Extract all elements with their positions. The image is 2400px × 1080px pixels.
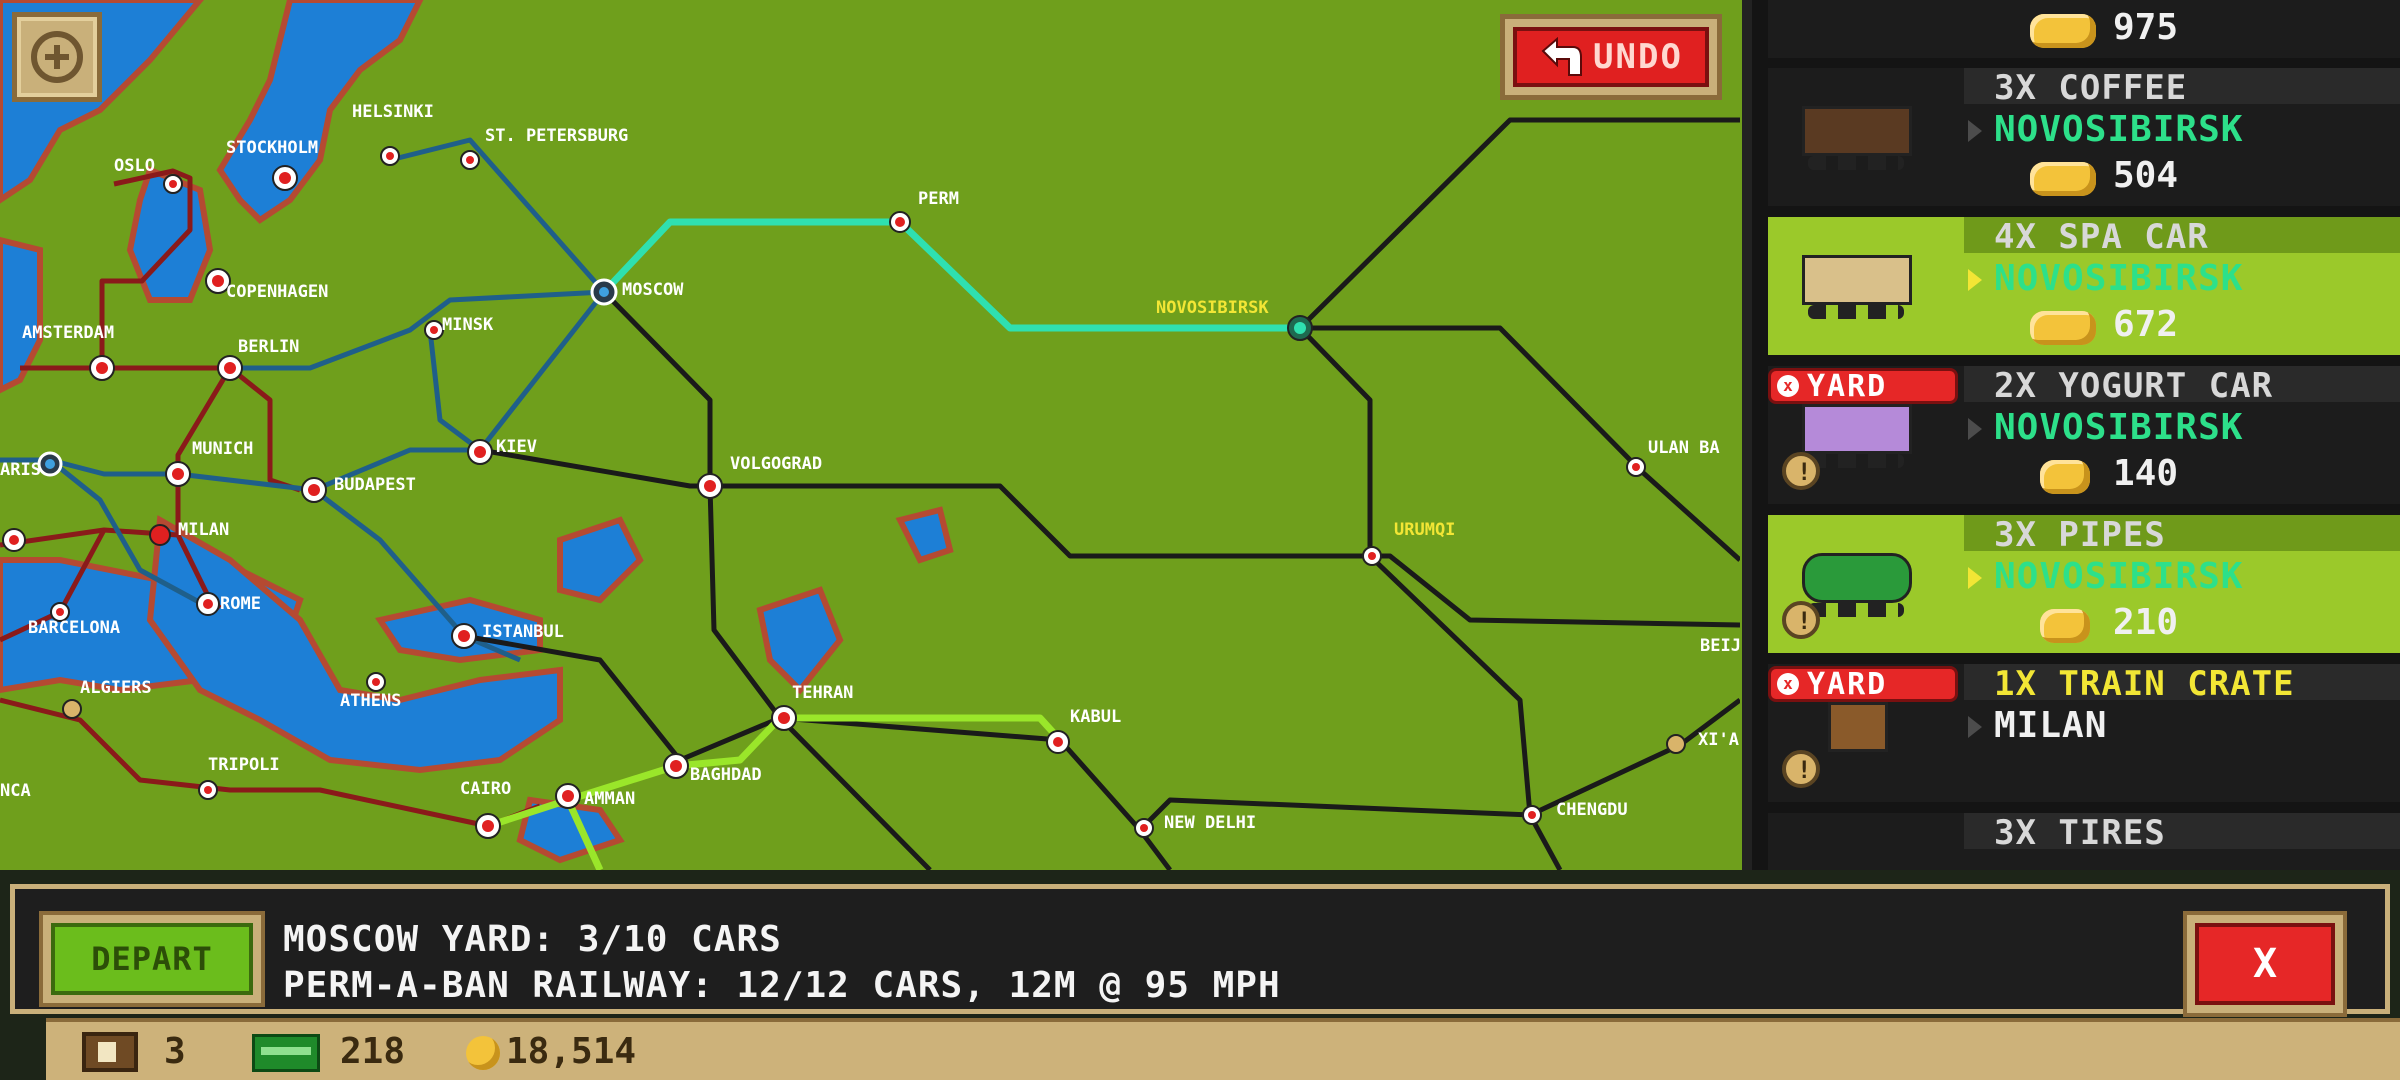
arrow-icon bbox=[1968, 567, 1982, 589]
plus-icon bbox=[31, 31, 83, 83]
order-title: 3X COFFEE bbox=[1994, 68, 2188, 108]
depart-button[interactable]: DEPART bbox=[39, 911, 265, 1007]
city-label: ATHENS bbox=[340, 691, 401, 711]
order-destination: MILAN bbox=[1994, 705, 2108, 746]
coin-stack-icon bbox=[2040, 609, 2090, 643]
coin-icon bbox=[466, 1036, 500, 1070]
city-label: ARIS bbox=[0, 460, 41, 480]
order-card[interactable]: x YARD 2X YOGURT CAR NOVOSIBIRSK 140 bbox=[1768, 366, 2400, 504]
order-card[interactable]: 3X TIRES bbox=[1768, 813, 2400, 870]
order-destination: NOVOSIBIRSK bbox=[1994, 109, 2244, 150]
city-label: ULAN BA bbox=[1648, 438, 1720, 458]
world-map[interactable]: HELSINKI ST. PETERSBURG OSLO STOCKHOLM PERM M… bbox=[0, 0, 1740, 870]
city-label: AMSTERDAM bbox=[22, 323, 114, 343]
order-destination: NOVOSIBIRSK bbox=[1994, 556, 2244, 597]
city-label: MOSCOW bbox=[622, 280, 684, 300]
city-label: NEW DELHI bbox=[1164, 813, 1256, 833]
city-label: ROME bbox=[220, 594, 261, 614]
city-label: MILAN bbox=[178, 520, 229, 540]
undo-arrow-icon bbox=[1541, 37, 1583, 76]
bottom-panel: DEPART MOSCOW YARD: 3/10 CARS PERM-A-BAN… bbox=[0, 870, 2400, 1080]
city-label: STOCKHOLM bbox=[226, 138, 318, 158]
warning-icon bbox=[1782, 601, 1820, 639]
city-label: MINSK bbox=[442, 315, 494, 335]
order-title: 3X PIPES bbox=[1994, 515, 2166, 555]
city-label: PERM bbox=[918, 189, 959, 209]
city-label: VOLGOGRAD bbox=[730, 454, 822, 474]
city-label: XI'A bbox=[1698, 730, 1739, 750]
order-title: 3X TIRES bbox=[1994, 813, 2166, 853]
crate-count: 3 bbox=[164, 1031, 186, 1072]
city-label: URUMQI bbox=[1394, 520, 1455, 540]
warning-icon bbox=[1782, 750, 1820, 788]
arrow-icon bbox=[1968, 418, 1982, 440]
cash-icon bbox=[252, 1034, 320, 1072]
yard-status-text: MOSCOW YARD: 3/10 CARS bbox=[283, 919, 782, 960]
city-label: ISTANBUL bbox=[482, 622, 564, 642]
train-info-panel: DEPART MOSCOW YARD: 3/10 CARS PERM-A-BAN… bbox=[10, 884, 2390, 1017]
zoom-in-button[interactable] bbox=[12, 12, 102, 102]
city-label: CAIRO bbox=[460, 779, 511, 799]
order-price: 210 bbox=[2113, 602, 2179, 643]
city-label: HELSINKI bbox=[352, 102, 434, 122]
coffee-car-icon bbox=[1798, 98, 1916, 174]
city-label: TRIPOLI bbox=[208, 755, 280, 775]
coin-stack-icon bbox=[2030, 311, 2096, 345]
order-destination: NOVOSIBIRSK bbox=[1994, 407, 2244, 448]
city-label: MUNICH bbox=[192, 439, 253, 459]
order-card[interactable]: 3X COFFEE NOVOSIBIRSK 504 bbox=[1768, 68, 2400, 206]
order-destination: NOVOSIBIRSK bbox=[1994, 258, 2244, 299]
city-label: ST. PETERSBURG bbox=[485, 126, 628, 146]
coin-stack-icon bbox=[2030, 162, 2096, 196]
city-label: KIEV bbox=[496, 437, 537, 457]
arrow-icon bbox=[1968, 120, 1982, 142]
city-label: NCA bbox=[0, 781, 31, 801]
order-card[interactable]: 975 bbox=[1768, 0, 2400, 58]
order-price: 504 bbox=[2113, 155, 2179, 196]
crate-icon bbox=[82, 1032, 138, 1072]
close-circle-icon: x bbox=[1777, 673, 1799, 695]
order-card[interactable]: 4X SPA CAR NOVOSIBIRSK 672 bbox=[1768, 217, 2400, 355]
cash-count: 218 bbox=[340, 1031, 406, 1072]
railway-status-text: PERM-A-BAN RAILWAY: 12/12 CARS, 12M @ 95… bbox=[283, 965, 1281, 1006]
city-label: COPENHAGEN bbox=[226, 282, 328, 302]
coin-stack-icon bbox=[2030, 14, 2096, 48]
order-price: 672 bbox=[2113, 304, 2179, 345]
order-price: 975 bbox=[2113, 7, 2179, 48]
city-label: BUDAPEST bbox=[334, 475, 416, 495]
city-label: CHENGDU bbox=[1556, 800, 1628, 820]
city-label: BARCELONA bbox=[28, 618, 120, 638]
city-label: KABUL bbox=[1070, 707, 1121, 727]
order-title: 4X SPA CAR bbox=[1994, 217, 2209, 257]
spa-car-icon bbox=[1798, 247, 1916, 323]
order-title: 1X TRAIN CRATE bbox=[1994, 664, 2295, 704]
order-list[interactable]: 975 3X COFFEE NOVOSIBIRSK 504 4X SPA CAR… bbox=[1742, 0, 2400, 870]
city-label: OSLO bbox=[114, 156, 155, 176]
coin-count: 18,514 bbox=[506, 1031, 637, 1072]
order-title: 2X YOGURT CAR bbox=[1994, 366, 2274, 406]
undo-button[interactable]: UNDO bbox=[1500, 14, 1722, 100]
city-label: AMMAN bbox=[584, 789, 635, 809]
coin-stack-icon bbox=[2040, 460, 2090, 494]
arrow-icon bbox=[1968, 716, 1982, 738]
arrow-icon bbox=[1968, 269, 1982, 291]
close-circle-icon: x bbox=[1777, 375, 1799, 397]
order-card[interactable]: 3X PIPES NOVOSIBIRSK 210 bbox=[1768, 515, 2400, 653]
order-price: 140 bbox=[2113, 453, 2179, 494]
close-button[interactable]: X bbox=[2183, 911, 2347, 1017]
city-label: NOVOSIBIRSK bbox=[1156, 298, 1269, 318]
close-icon: X bbox=[2195, 923, 2335, 1005]
warning-icon bbox=[1782, 452, 1820, 490]
city-label: ALGIERS bbox=[80, 678, 152, 698]
resource-bar: 3 218 18,514 bbox=[46, 1018, 2400, 1080]
city-label: BEIJ bbox=[1700, 636, 1740, 656]
city-label: BAGHDAD bbox=[690, 765, 762, 785]
city-label: TEHRAN bbox=[792, 683, 853, 703]
depart-label: DEPART bbox=[91, 940, 213, 978]
undo-label: UNDO bbox=[1593, 37, 1683, 77]
order-card[interactable]: x YARD 1X TRAIN CRATE MILAN bbox=[1768, 664, 2400, 802]
city-label: BERLIN bbox=[238, 337, 299, 357]
